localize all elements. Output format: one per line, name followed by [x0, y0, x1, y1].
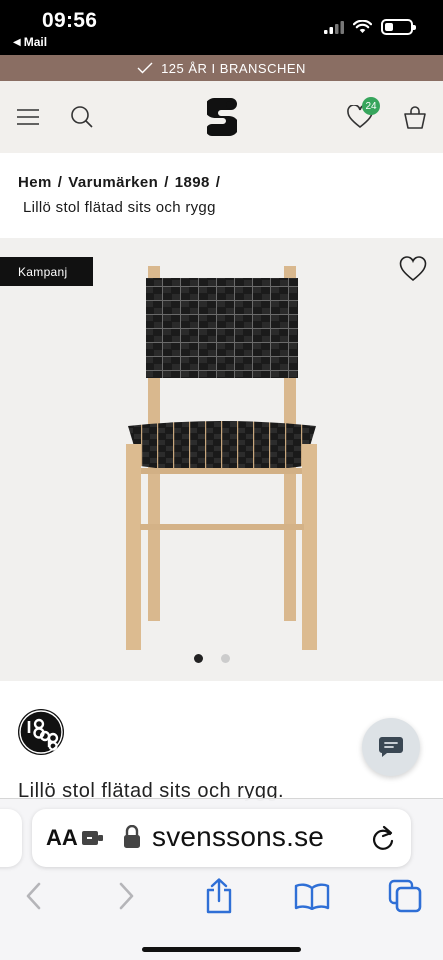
promo-banner: 125 ÅR I BRANSCHEN: [0, 55, 443, 81]
breadcrumb-separator: /: [215, 174, 221, 191]
back-label: Mail: [23, 35, 48, 49]
back-to-mail-link[interactable]: ◀ Mail: [13, 35, 47, 49]
tabs-icon: [388, 879, 422, 913]
battery-icon: [381, 19, 416, 35]
battery-cap: [413, 25, 416, 30]
gallery-dot[interactable]: [194, 654, 203, 663]
extension-icon[interactable]: [82, 829, 104, 847]
checkmark-icon: [137, 62, 153, 74]
share-icon: [206, 878, 232, 914]
wishlist-button[interactable]: 24: [344, 97, 380, 133]
home-indicator: [142, 947, 301, 952]
chair-seat-rail: [132, 468, 312, 474]
breadcrumb-item-1898[interactable]: 1898: [175, 174, 210, 191]
book-icon: [294, 883, 330, 910]
product-image-chair: [126, 266, 317, 650]
promo-text: 125 ÅR I BRANSCHEN: [161, 60, 306, 76]
text-size-button[interactable]: AA: [46, 825, 78, 851]
back-button[interactable]: [14, 877, 52, 915]
site-header: 24: [0, 81, 443, 153]
signal-icon: [324, 20, 344, 34]
previous-tab-peek[interactable]: [0, 809, 22, 867]
chat-bubble-icon: [379, 737, 403, 757]
cart-button[interactable]: [399, 101, 431, 133]
share-button[interactable]: [200, 877, 238, 915]
bookmarks-button[interactable]: [293, 877, 331, 915]
1898-brand-logo: [19, 710, 63, 754]
breadcrumb-separator: /: [57, 174, 63, 191]
home-logo-link[interactable]: [204, 97, 240, 137]
add-to-wishlist-heart-icon[interactable]: [399, 256, 427, 282]
gallery-dot[interactable]: [221, 654, 230, 663]
url-text: svenssons.se: [152, 821, 325, 852]
chair-backrest: [146, 278, 298, 378]
hamburger-menu-icon: [17, 109, 39, 125]
status-time: 09:56: [42, 9, 98, 32]
ios-status-bar: 09:56 ◀ Mail: [0, 0, 443, 55]
campaign-badge: Kampanj: [0, 257, 93, 286]
address-bar[interactable]: AA svenssons.se: [32, 809, 411, 867]
chair-front-leg-right: [302, 444, 317, 650]
chair-seat: [128, 421, 316, 472]
product-image-gallery[interactable]: Kampanj: [0, 238, 443, 681]
chevron-right-icon: [119, 882, 134, 910]
svenssons-logo-icon: [207, 98, 237, 136]
text-size-label: AA: [46, 825, 78, 850]
breadcrumb-item-varumarken[interactable]: Varumärken: [68, 174, 158, 191]
wishlist-count-badge: 24: [362, 97, 380, 115]
chevron-left-icon: [26, 882, 41, 910]
tabs-button[interactable]: [386, 877, 424, 915]
status-indicators: [324, 19, 416, 35]
breadcrumb-current: Lillö stol flätad sits och rygg: [23, 199, 216, 216]
search-button[interactable]: [66, 101, 98, 133]
brand-logo-1898[interactable]: [18, 709, 64, 755]
page: 09:56 ◀ Mail 125 ÅR I BRANSCHEN 24 Hem /…: [0, 0, 443, 960]
menu-button[interactable]: [12, 101, 44, 133]
chair-stretcher: [140, 524, 304, 530]
breadcrumb-separator: /: [164, 174, 169, 191]
search-icon: [71, 106, 93, 128]
lock-icon: [124, 825, 140, 848]
gallery-pagination: [194, 654, 230, 663]
shopping-bag-icon: [404, 106, 426, 129]
breadcrumb-item-hem[interactable]: Hem: [18, 174, 52, 191]
forward-button[interactable]: [108, 877, 146, 915]
chat-button[interactable]: [362, 718, 420, 776]
breadcrumb: Hem / Varumärken / 1898 /: [18, 174, 226, 191]
chair-front-leg-left: [126, 444, 141, 650]
back-arrow-icon: ◀: [13, 36, 21, 48]
safari-bottom-bar: AA svenssons.se: [0, 798, 443, 960]
reload-icon[interactable]: [371, 825, 395, 851]
battery-level: [385, 23, 393, 31]
wifi-icon: [353, 20, 372, 33]
